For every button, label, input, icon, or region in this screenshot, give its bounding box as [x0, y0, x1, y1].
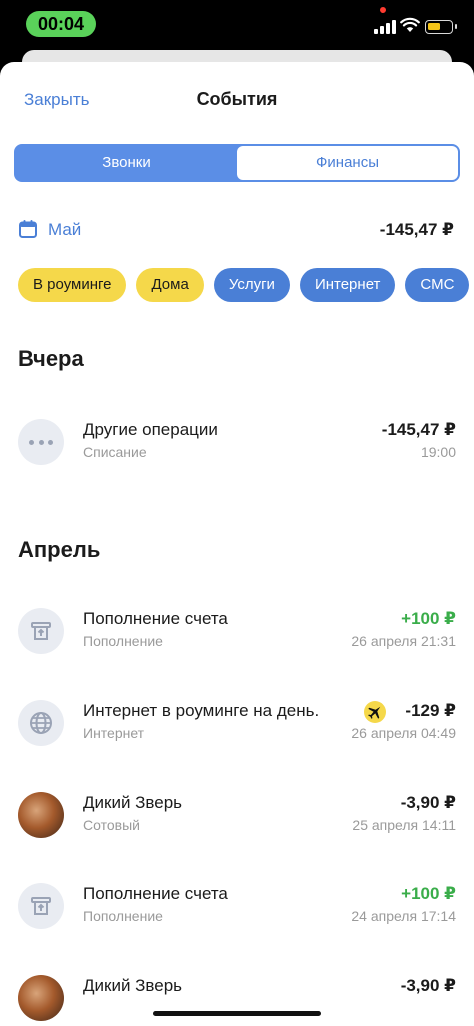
chip-internet[interactable]: Интернет	[299, 268, 396, 302]
transaction-time: 24 апреля 17:14	[351, 908, 456, 924]
transaction-category: Сотовый	[83, 817, 140, 833]
status-bar: 00:04	[0, 0, 474, 48]
events-sheet: Закрыть События Звонки Финансы Май -145,…	[0, 62, 474, 1026]
privacy-indicator-icon	[380, 7, 386, 13]
more-dots-icon	[18, 419, 64, 465]
chip-home[interactable]: Дома	[136, 268, 204, 302]
wifi-icon	[400, 17, 420, 32]
transaction-time: 25 апреля 14:11	[352, 817, 456, 833]
battery-icon	[425, 20, 457, 34]
segmented-control: Звонки Финансы	[14, 144, 460, 182]
transaction-amount: -3,90 ₽	[400, 793, 456, 812]
transaction-row[interactable]: Дикий Зверь Сотовый -3,90 ₽ 25 апреля 14…	[18, 792, 458, 842]
transaction-time: 26 апреля 21:31	[351, 633, 456, 649]
cellular-signal-icon	[374, 20, 398, 34]
home-indicator[interactable]	[153, 1011, 321, 1016]
transaction-title: Интернет в роуминге на день.	[83, 701, 320, 720]
transaction-category: Пополнение	[83, 908, 163, 924]
transaction-amount: +100 ₽	[401, 884, 456, 903]
transaction-title: Дикий Зверь	[83, 976, 183, 995]
contact-avatar	[18, 792, 64, 838]
transaction-row[interactable]: Дикий Зверь -3,90 ₽	[18, 975, 458, 1025]
airplane-roaming-icon	[364, 701, 386, 723]
calendar-icon	[19, 220, 37, 238]
transaction-row[interactable]: Интернет в роуминге на день. Интернет -1…	[18, 700, 458, 750]
transaction-title: Дикий Зверь	[83, 793, 183, 812]
atm-icon	[18, 608, 64, 654]
chip-sms[interactable]: СМС	[405, 268, 470, 302]
status-time: 00:04	[26, 11, 96, 37]
tab-finance[interactable]: Финансы	[237, 146, 458, 180]
section-title-april: Апрель	[18, 537, 101, 562]
filter-chips: В роуминге Дома Услуги Интернет СМС	[18, 268, 474, 302]
month-selector[interactable]: Май -145,47 ₽	[18, 218, 458, 242]
sheet-header: Закрыть События	[0, 62, 474, 132]
transaction-title: Другие операции	[83, 420, 218, 439]
section-title-yesterday: Вчера	[18, 346, 84, 371]
globe-icon	[18, 700, 64, 746]
chip-services[interactable]: Услуги	[213, 268, 290, 302]
transaction-amount: -145,47 ₽	[381, 420, 456, 439]
transaction-amount: +100 ₽	[401, 609, 456, 628]
month-total: -145,47 ₽	[379, 220, 454, 239]
contact-avatar	[18, 975, 64, 1021]
transaction-row[interactable]: Пополнение счета Пополнение +100 ₽ 24 ап…	[18, 883, 458, 933]
transaction-category: Интернет	[83, 725, 145, 741]
transaction-title: Пополнение счета	[83, 609, 228, 628]
transaction-title: Пополнение счета	[83, 884, 228, 903]
transaction-amount: -129 ₽	[405, 701, 456, 720]
transaction-row[interactable]: Другие операции Списание -145,47 ₽ 19:00	[18, 419, 458, 469]
tab-calls[interactable]: Звонки	[16, 146, 237, 180]
transaction-time: 19:00	[420, 444, 456, 460]
transaction-category: Пополнение	[83, 633, 163, 649]
page-title: События	[196, 89, 278, 109]
transaction-category: Списание	[83, 444, 147, 460]
atm-icon	[18, 883, 64, 929]
transaction-row[interactable]: Пополнение счета Пополнение +100 ₽ 26 ап…	[18, 608, 458, 658]
transaction-time: 26 апреля 04:49	[351, 725, 456, 741]
title-fade-overlay	[318, 700, 366, 724]
month-label[interactable]: Май	[48, 220, 81, 240]
transaction-amount: -3,90 ₽	[400, 976, 456, 995]
chip-roaming[interactable]: В роуминге	[18, 268, 127, 302]
